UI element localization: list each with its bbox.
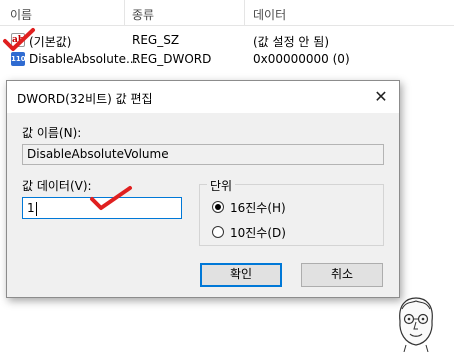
column-header-name[interactable]: 이름 — [10, 6, 32, 26]
list-header: 이름 종류 데이터 — [0, 0, 454, 26]
column-header-data[interactable]: 데이터 — [253, 6, 286, 26]
cartoon-face-icon — [399, 297, 433, 352]
radio-decimal[interactable]: 10진수(D) — [212, 224, 352, 240]
row-type: REG_SZ — [132, 33, 180, 47]
text-caret — [35, 201, 37, 216]
binary-value-icon: 110 — [11, 52, 26, 66]
row-name: DisableAbsolute... — [29, 52, 138, 66]
radio-unselected-icon[interactable] — [212, 226, 224, 238]
radio-selected-icon[interactable] — [212, 201, 224, 213]
edit-dword-dialog: DWORD(32비트) 값 편집 ✕ 값 이름(N): DisableAbsol… — [6, 80, 400, 298]
check-mark-icon — [3, 28, 35, 51]
value-data-label: 값 데이터(V): — [22, 179, 92, 193]
cancel-button[interactable]: 취소 — [301, 263, 383, 287]
close-button[interactable]: ✕ — [369, 85, 393, 109]
row-data: (값 설정 안 됨) — [253, 35, 330, 49]
value-name-field: DisableAbsoluteVolume — [22, 144, 384, 165]
radio-hexadecimal[interactable]: 16진수(H) — [212, 199, 352, 215]
column-divider[interactable] — [124, 0, 125, 26]
radio-hexadecimal-label[interactable]: 16진수(H) — [230, 199, 286, 216]
column-divider[interactable] — [244, 0, 245, 26]
dialog-title-bar[interactable]: DWORD(32비트) 값 편집 ✕ — [7, 81, 399, 113]
list-row-disableabsolutevolume[interactable]: 110 DisableAbsolute... REG_DWORD 0x00000… — [0, 50, 454, 68]
row-type: REG_DWORD — [132, 52, 212, 66]
dialog-title: DWORD(32비트) 값 편집 — [17, 92, 153, 106]
base-group-title: 단위 — [207, 177, 236, 194]
value-name-label: 값 이름(N): — [22, 126, 82, 140]
ok-button[interactable]: 확인 — [200, 263, 282, 287]
row-data: 0x00000000 (0) — [253, 52, 350, 66]
check-mark-icon — [90, 186, 132, 210]
value-name-text: DisableAbsoluteVolume — [27, 147, 169, 161]
list-row-default[interactable]: ab (기본값) REG_SZ (값 설정 안 됨) — [0, 31, 454, 49]
value-data-text: 1 — [27, 201, 35, 215]
column-header-type[interactable]: 종류 — [132, 6, 154, 26]
radio-decimal-label[interactable]: 10진수(D) — [230, 224, 286, 241]
